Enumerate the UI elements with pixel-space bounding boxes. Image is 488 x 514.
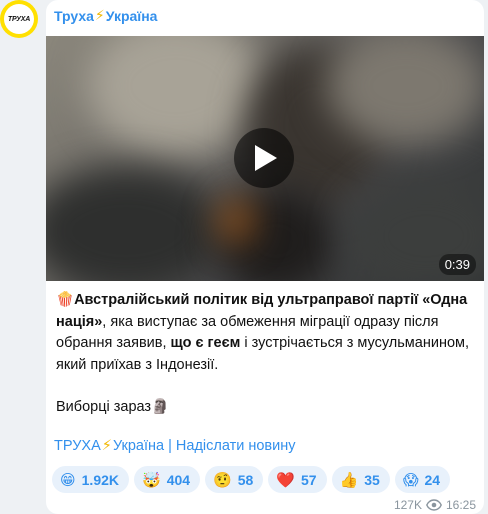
reaction-raised-eyebrow[interactable]: 🤨 58 (205, 466, 264, 493)
message-meta: 127K 16:25 (394, 498, 476, 512)
link-part2: Україна | Надіслати новину (112, 438, 296, 454)
post-footer-text: Виборці зараз (56, 399, 152, 415)
post-text: 🍿Австралійський політик від ультраправої… (56, 290, 476, 376)
scream-emoji-icon: 😱 (402, 471, 419, 489)
channel-link[interactable]: ТРУХА⚡Україна | Надіслати новину (54, 438, 296, 454)
channel-name[interactable]: Труха ⚡ Україна (54, 7, 157, 24)
reaction-scream[interactable]: 😱 24 (394, 466, 451, 493)
lightning-icon: ⚡ (94, 7, 105, 23)
reaction-count: 57 (301, 471, 317, 488)
reaction-count: 1.92K (81, 471, 119, 488)
link-part1: ТРУХА (54, 438, 101, 454)
grin-emoji-icon: 😁 (60, 471, 76, 489)
reactions-bar: 😁 1.92K 🤯 404 🤨 58 ❤️ 57 👍 35 😱 24 (52, 466, 451, 493)
moai-emoji: 🗿 (151, 399, 170, 415)
channel-name-part2: Україна (105, 7, 158, 24)
mind-blown-emoji-icon: 🤯 (142, 471, 161, 489)
message-bubble: Труха ⚡ Україна 0:39 🍿Австралійський пол… (46, 0, 484, 514)
heart-emoji-icon: ❤️ (276, 471, 295, 489)
reaction-mind-blown[interactable]: 🤯 404 (134, 466, 201, 493)
avatar-logo-text: ТРУХА (4, 4, 34, 34)
video-preview[interactable]: 0:39 (46, 36, 484, 281)
message-time: 16:25 (445, 498, 476, 512)
reaction-count: 24 (424, 471, 441, 488)
thumbs-up-emoji-icon: 👍 (339, 471, 359, 489)
reaction-count: 58 (237, 471, 254, 488)
reaction-grin[interactable]: 😁 1.92K (52, 466, 129, 493)
raised-eyebrow-emoji-icon: 🤨 (213, 471, 232, 489)
play-icon (255, 145, 277, 171)
reaction-heart[interactable]: ❤️ 57 (268, 466, 327, 493)
popcorn-emoji: 🍿 (56, 292, 75, 308)
channel-avatar[interactable]: ТРУХА (0, 0, 38, 38)
post-footer: Виборці зараз🗿 (56, 398, 169, 415)
post-bold-2: що є геєм (170, 335, 241, 351)
reaction-count: 404 (166, 471, 191, 488)
play-button[interactable] (234, 128, 294, 188)
reaction-thumbs-up[interactable]: 👍 35 (331, 466, 390, 493)
channel-name-part1: Труха (54, 7, 94, 24)
video-duration: 0:39 (438, 254, 476, 275)
link-lightning-icon: ⚡ (101, 438, 112, 454)
view-count: 127K (393, 498, 422, 512)
eye-icon (426, 499, 442, 511)
reaction-count: 35 (364, 471, 380, 488)
